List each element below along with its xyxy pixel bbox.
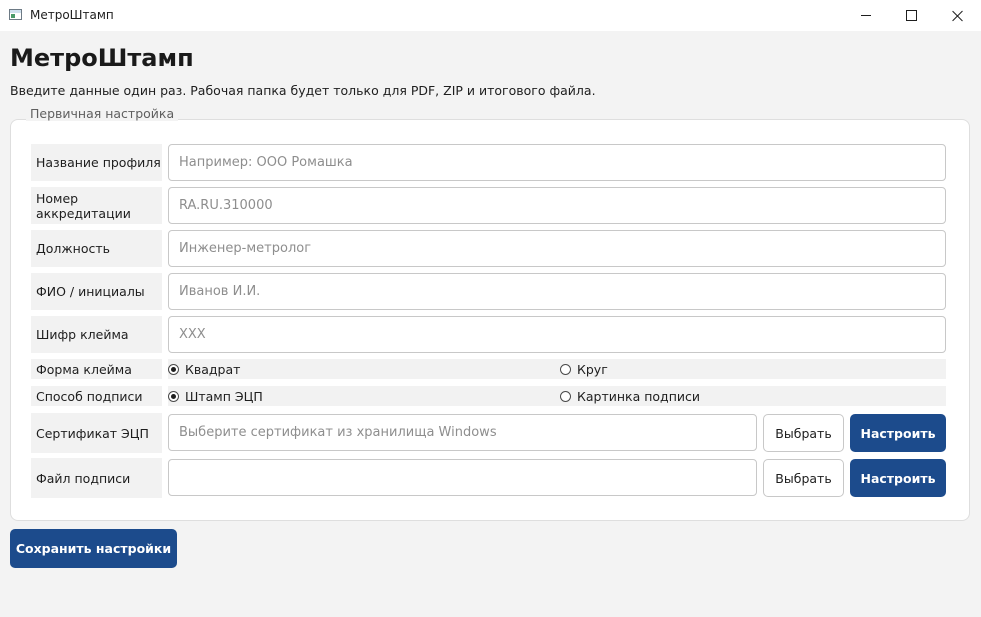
stamp-shape-label: Форма клейма — [31, 359, 162, 379]
radio-checked-icon — [168, 363, 179, 375]
close-button[interactable] — [935, 0, 981, 31]
maximize-icon — [905, 10, 917, 21]
signature-file-input[interactable] — [168, 459, 757, 496]
radio-unchecked-icon — [560, 363, 571, 375]
stamp-code-label: Шифр клейма — [31, 316, 162, 353]
signature-file-label: Файл подписи — [31, 458, 162, 498]
sign-method-image-radio[interactable]: Картинка подписи — [560, 386, 700, 406]
group-legend: Первичная настройка — [26, 106, 179, 121]
certificate-input[interactable]: Выберите сертификат из хранилища Windows — [168, 414, 757, 451]
save-settings-button[interactable]: Сохранить настройки — [10, 529, 177, 568]
page-title: МетроШтамп — [10, 44, 194, 72]
accreditation-input[interactable]: RA.RU.310000 — [168, 187, 946, 224]
profile-label: Название профиля — [31, 144, 162, 181]
stamp-shape-circle-radio[interactable]: Круг — [560, 359, 608, 379]
name-label: ФИО / инициалы — [31, 273, 162, 310]
name-input[interactable]: Иванов И.И. — [168, 273, 946, 310]
minimize-button[interactable] — [843, 0, 889, 31]
radio-checked-icon — [168, 390, 179, 402]
stamp-shape-group — [168, 359, 946, 379]
sign-method-stamp-radio[interactable]: Штамп ЭЦП — [168, 386, 263, 406]
radio-unchecked-icon — [560, 390, 571, 402]
radio-label: Круг — [577, 361, 608, 377]
app-icon — [9, 9, 22, 20]
page-subtitle: Введите данные один раз. Рабочая папка б… — [10, 83, 596, 98]
stamp-code-input[interactable]: XXX — [168, 316, 946, 353]
radio-label: Квадрат — [185, 361, 241, 377]
signature-choose-button[interactable]: Выбрать — [763, 459, 844, 497]
radio-label: Штамп ЭЦП — [185, 388, 263, 404]
maximize-button[interactable] — [888, 0, 934, 31]
profile-input[interactable]: Например: ООО Ромашка — [168, 144, 946, 181]
certificate-configure-button[interactable]: Настроить — [850, 414, 946, 452]
position-label: Должность — [31, 230, 162, 267]
minimize-icon — [861, 15, 871, 16]
certificate-choose-button[interactable]: Выбрать — [763, 414, 844, 452]
accreditation-label: Номер аккредитации — [31, 187, 162, 224]
stamp-shape-square-radio[interactable]: Квадрат — [168, 359, 240, 379]
close-icon — [952, 10, 964, 22]
sign-method-group — [168, 386, 946, 406]
window-title: МетроШтамп — [30, 8, 114, 22]
radio-label: Картинка подписи — [577, 388, 700, 404]
certificate-label: Сертификат ЭЦП — [31, 413, 162, 453]
position-input[interactable]: Инженер-метролог — [168, 230, 946, 267]
signature-configure-button[interactable]: Настроить — [850, 459, 946, 497]
sign-method-label: Способ подписи — [31, 386, 162, 406]
window-titlebar: МетроШтамп — [0, 0, 981, 31]
